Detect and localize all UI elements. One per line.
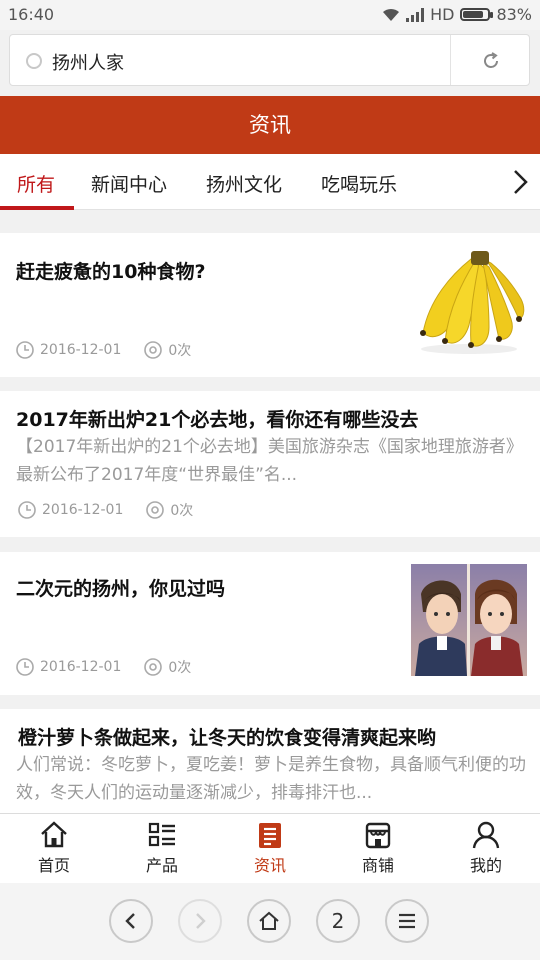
article-meta: 2016-12-01 0次 bbox=[17, 500, 193, 520]
browser-toolbar: 2 bbox=[0, 883, 540, 960]
nav-home[interactable]: 首页 bbox=[19, 820, 89, 876]
clock-icon bbox=[16, 341, 34, 359]
eye-icon bbox=[144, 341, 163, 359]
nav-news[interactable]: 资讯 bbox=[235, 820, 305, 876]
article-views: 0次 bbox=[168, 343, 192, 359]
nav-home-label: 首页 bbox=[37, 856, 70, 875]
chevron-left-icon bbox=[125, 913, 135, 929]
home-outline-icon bbox=[259, 911, 279, 930]
article-item[interactable]: 二次元的扬州，你见过吗 2016-12-01 0次 bbox=[0, 552, 540, 695]
network-type: HD bbox=[430, 5, 455, 24]
user-icon bbox=[472, 821, 500, 849]
category-tabs: 所有 新闻中心 扬州文化 吃喝玩乐 bbox=[0, 154, 540, 210]
chevron-right-icon[interactable] bbox=[510, 168, 530, 196]
tab-news-center[interactable]: 新闻中心 bbox=[91, 170, 167, 197]
status-time: 16:40 bbox=[8, 5, 55, 24]
article-views: 0次 bbox=[168, 660, 192, 676]
grid-list-icon bbox=[148, 822, 175, 847]
article-title[interactable]: 赶走疲惫的10种食物? bbox=[16, 257, 205, 284]
battery-icon bbox=[460, 8, 494, 21]
bottom-navigation: 首页 产品 资讯 商铺 我的 bbox=[0, 813, 540, 883]
page-header: 资讯 bbox=[0, 96, 540, 154]
nav-products-label: 产品 bbox=[145, 856, 178, 875]
anime-image[interactable] bbox=[411, 564, 527, 676]
nav-shop-label: 商铺 bbox=[361, 856, 394, 875]
article-summary: 人们常说：冬吃萝卜，夏吃姜！萝卜是养生食物，具备顺气利便的功效，冬天人们的运动量… bbox=[16, 755, 526, 803]
home-icon bbox=[41, 821, 67, 848]
clock-icon bbox=[18, 501, 36, 519]
article-item[interactable]: 橙汁萝卜条做起来，让冬天的饮食变得清爽起来哟 人们常说：冬吃萝卜，夏吃姜！萝卜是… bbox=[0, 709, 540, 813]
page-title: 资讯 bbox=[249, 113, 291, 137]
news-icon bbox=[259, 823, 281, 848]
article-item[interactable]: 2017年新出炉21个必去地，看你还有哪些没去 【2017年新出炉的21个必去地… bbox=[0, 391, 540, 537]
article-meta: 2016-12-01 0次 bbox=[15, 657, 191, 677]
article-date: 2016-12-01 bbox=[40, 659, 122, 675]
globe-icon bbox=[26, 53, 42, 69]
chevron-right-icon bbox=[196, 913, 206, 929]
tab-count: 2 bbox=[331, 909, 345, 933]
reload-icon[interactable] bbox=[481, 51, 501, 71]
back-button[interactable] bbox=[109, 899, 153, 943]
tab-all[interactable]: 所有 bbox=[17, 170, 55, 197]
nav-shop[interactable]: 商铺 bbox=[343, 820, 413, 876]
article-title[interactable]: 橙汁萝卜条做起来，让冬天的饮食变得清爽起来哟 bbox=[18, 723, 436, 750]
wifi-icon bbox=[383, 8, 400, 21]
article-item[interactable]: 赶走疲惫的10种食物? 2016-12-01 0次 bbox=[0, 233, 540, 377]
eye-icon bbox=[144, 658, 163, 676]
eye-icon bbox=[146, 501, 165, 519]
home-button[interactable] bbox=[247, 899, 291, 943]
article-title[interactable]: 2017年新出炉21个必去地，看你还有哪些没去 bbox=[16, 405, 418, 432]
battery-percent: 83% bbox=[496, 5, 532, 24]
article-date: 2016-12-01 bbox=[40, 342, 122, 358]
clock-icon bbox=[16, 658, 34, 676]
nav-me[interactable]: 我的 bbox=[451, 820, 521, 876]
active-tab-indicator bbox=[0, 206, 74, 210]
forward-button[interactable] bbox=[178, 899, 222, 943]
status-bar: 16:40 HD 83% bbox=[0, 0, 540, 30]
address-bar[interactable]: 扬州人家 bbox=[9, 34, 530, 86]
nav-news-label: 资讯 bbox=[253, 856, 286, 875]
banana-image[interactable] bbox=[411, 245, 527, 357]
menu-icon bbox=[399, 913, 415, 929]
tab-food-fun[interactable]: 吃喝玩乐 bbox=[321, 170, 397, 197]
nav-products[interactable]: 产品 bbox=[127, 820, 197, 876]
nav-me-label: 我的 bbox=[469, 856, 502, 875]
article-meta: 2016-12-01 0次 bbox=[15, 340, 191, 360]
address-divider bbox=[450, 35, 451, 85]
address-text[interactable]: 扬州人家 bbox=[52, 49, 124, 75]
article-date: 2016-12-01 bbox=[42, 502, 124, 518]
tab-yangzhou-culture[interactable]: 扬州文化 bbox=[206, 170, 282, 197]
article-title[interactable]: 二次元的扬州，你见过吗 bbox=[16, 574, 225, 601]
tabs-button[interactable]: 2 bbox=[316, 899, 360, 943]
signal-icon bbox=[406, 7, 425, 22]
article-views: 0次 bbox=[170, 503, 194, 519]
menu-button[interactable] bbox=[385, 899, 429, 943]
article-summary: 【2017年新出炉的21个必去地】美国旅游杂志《国家地理旅游者》最新公布了201… bbox=[16, 437, 523, 485]
shop-icon bbox=[365, 822, 391, 849]
